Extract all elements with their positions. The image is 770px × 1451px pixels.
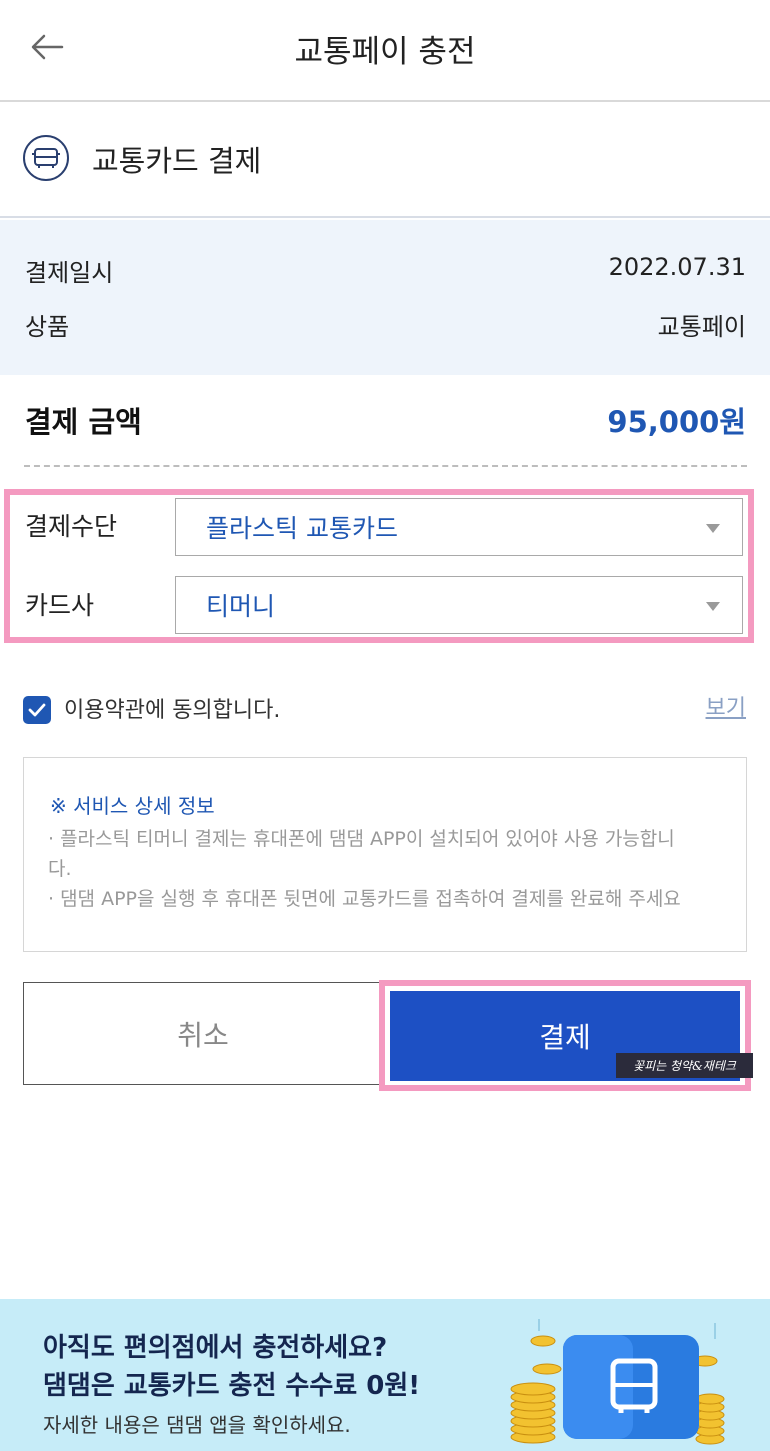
notice-line: · 플라스틱 티머니 결제는 휴대폰에 댐댐 APP이 설치되어 있어야 사용 … xyxy=(48,828,675,850)
notice-title: ※ 서비스 상세 정보 xyxy=(50,794,215,818)
payment-method-select[interactable]: 플라스틱 교통카드 xyxy=(175,498,743,556)
dashed-divider xyxy=(24,465,747,467)
service-notice-box: ※ 서비스 상세 정보 · 플라스틱 티머니 결제는 휴대폰에 댐댐 APP이 … xyxy=(23,757,747,952)
payment-type-title: 교통카드 결제 xyxy=(92,144,262,178)
card-company-select[interactable]: 티머니 xyxy=(175,576,743,634)
terms-view-link[interactable]: 보기 xyxy=(706,690,746,722)
notice-line: 다. xyxy=(48,858,72,880)
banner-headline-2: 댐댐은 교통카드 충전 수수료 0원! xyxy=(43,1371,421,1401)
amount-label: 결제 금액 xyxy=(25,405,142,439)
payment-info-box: 결제일시 2022.07.31 상품 교통페이 xyxy=(0,220,770,375)
watermark: 꽃피는 청약&재테크 xyxy=(616,1053,753,1078)
bus-icon xyxy=(23,135,69,181)
amount-value: 95,000원 xyxy=(607,405,746,439)
payment-method-value: 플라스틱 교통카드 xyxy=(206,514,398,543)
app-header: 교통페이 충전 xyxy=(0,0,770,102)
card-company-value: 티머니 xyxy=(206,592,276,621)
page-title: 교통페이 충전 xyxy=(294,34,476,70)
date-value: 2022.07.31 xyxy=(608,253,746,281)
cancel-button[interactable]: 취소 xyxy=(23,982,383,1085)
product-value: 교통페이 xyxy=(657,313,746,341)
payment-method-label: 결제수단 xyxy=(25,512,118,541)
product-label: 상품 xyxy=(25,313,70,341)
checkmark-icon xyxy=(28,703,46,717)
caret-down-icon xyxy=(706,602,720,611)
terms-checkbox[interactable] xyxy=(23,696,51,724)
coins-bus-illustration xyxy=(510,1319,725,1445)
banner-headline: 아직도 편의점에서 충전하세요? xyxy=(43,1333,388,1363)
date-label: 결제일시 xyxy=(25,259,114,287)
card-company-label: 카드사 xyxy=(25,591,95,620)
notice-line: · 댐댐 APP을 실행 후 휴대폰 뒷면에 교통카드를 접촉하여 결제를 완료… xyxy=(48,888,681,910)
caret-down-icon xyxy=(706,524,720,533)
terms-label: 이용약관에 동의합니다. xyxy=(64,698,281,723)
banner-subtext: 자세한 내용은 댐댐 앱을 확인하세요. xyxy=(43,1413,351,1437)
promo-banner[interactable]: 아직도 편의점에서 충전하세요? 댐댐은 교통카드 충전 수수료 0원! 자세한… xyxy=(0,1299,770,1451)
